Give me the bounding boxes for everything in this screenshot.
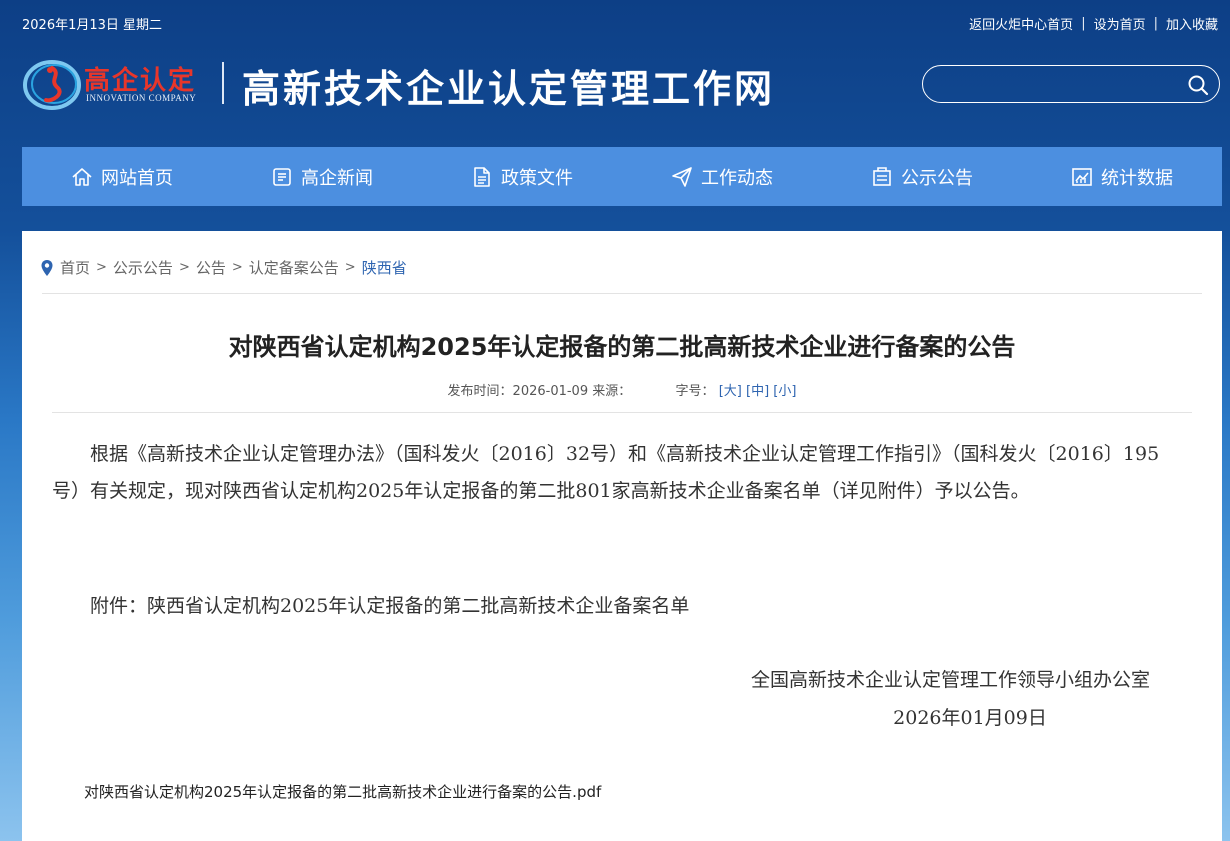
separator: | — [1081, 16, 1086, 31]
top-links: 返回火炬中心首页 | 设为首页 | 加入收藏 — [969, 14, 1218, 33]
font-size-label: 字号： — [675, 384, 715, 399]
divider — [42, 293, 1202, 294]
article-title: 对陕西省认定机构2025年认定报备的第二批高新技术企业进行备案的公告 — [228, 333, 1016, 361]
breadcrumb-separator: > — [96, 260, 107, 275]
breadcrumb-filing-notices[interactable]: 认定备案公告 — [249, 257, 339, 278]
main-nav: 网站首页 高企新闻 政策文件 工作动态 公示公告 统计数据 — [22, 147, 1222, 206]
nav-home[interactable]: 网站首页 — [22, 147, 222, 206]
location-pin-icon — [41, 259, 53, 276]
breadcrumb-notice[interactable]: 公告 — [196, 257, 226, 278]
header-divider — [222, 62, 224, 104]
font-size-large[interactable]: [大] — [719, 384, 742, 399]
divider — [52, 412, 1192, 413]
nav-label: 工作动态 — [701, 167, 773, 189]
nav-announcements[interactable]: 公示公告 — [822, 147, 1022, 206]
site-header: 高企认定 INNOVATION COMPANY 高新技术企业认定管理工作网 — [22, 54, 922, 114]
logo-emblem-icon[interactable] — [22, 56, 84, 112]
current-date: 2026年1月13日 星期二 — [22, 18, 163, 33]
breadcrumb-separator: > — [344, 260, 356, 275]
nav-label: 政策文件 — [501, 167, 573, 189]
breadcrumb-separator: > — [178, 260, 190, 275]
signature-block: 全国高新技术企业认定管理工作领导小组办公室 2026年01月09日 — [690, 661, 1150, 737]
article-meta: 发布时间：2026-01-09 来源： 字号： [大] [中] [小] — [22, 380, 1222, 399]
logo-subtext: INNOVATION COMPANY — [86, 93, 197, 103]
return-torch-home-link[interactable]: 返回火炬中心首页 — [969, 14, 1073, 33]
notice-icon — [873, 166, 891, 186]
breadcrumb: 首页 > 公示公告 > 公告 > 认定备案公告 > 陕西省 — [40, 257, 407, 278]
nav-label: 网站首页 — [101, 167, 173, 189]
nav-news[interactable]: 高企新闻 — [222, 147, 422, 206]
nav-label: 高企新闻 — [301, 167, 373, 189]
publish-label: 发布时间： — [447, 384, 513, 399]
paper-plane-icon — [672, 166, 692, 187]
breadcrumb-current[interactable]: 陕西省 — [362, 257, 407, 278]
separator: | — [1153, 16, 1158, 31]
nav-policy[interactable]: 政策文件 — [422, 147, 622, 206]
attachment-link[interactable]: 对陕西省认定机构2025年认定报备的第二批高新技术企业进行备案的公告.pdf — [84, 781, 601, 802]
search-box — [922, 65, 1220, 103]
article-panel: 首页 > 公示公告 > 公告 > 认定备案公告 > 陕西省 对陕西省认定机构20… — [22, 231, 1222, 841]
breadcrumb-home[interactable]: 首页 — [60, 257, 90, 278]
source-label: 来源： — [592, 384, 632, 399]
search-input[interactable] — [937, 73, 1181, 97]
article-attachment-note: 附件：陕西省认定机构2025年认定报备的第二批高新技术企业备案名单 — [90, 595, 690, 617]
logo-text: 高企认定 — [84, 66, 197, 96]
top-bar: 2026年1月13日 星期二 返回火炬中心首页 | 设为首页 | 加入收藏 — [0, 0, 1230, 44]
news-icon — [273, 167, 291, 186]
article-paragraph: 根据《高新技术企业认定管理办法》（国科发火〔2016〕32号）和《高新技术企业认… — [52, 443, 1160, 502]
search-icon[interactable] — [1187, 74, 1209, 96]
publish-date: 2026-01-09 — [512, 384, 589, 399]
nav-work-updates[interactable]: 工作动态 — [622, 147, 822, 206]
site-title: 高新技术企业认定管理工作网 — [242, 66, 776, 111]
signing-organization: 全国高新技术企业认定管理工作领导小组办公室 — [750, 669, 1150, 691]
document-icon — [474, 166, 490, 187]
font-size-medium[interactable]: [中] — [746, 384, 769, 399]
breadcrumb-separator: > — [231, 260, 243, 275]
font-size-small[interactable]: [小] — [773, 384, 796, 399]
home-icon — [72, 167, 92, 186]
chart-icon — [1072, 167, 1092, 186]
add-favorite-link[interactable]: 加入收藏 — [1166, 14, 1218, 33]
nav-label: 公示公告 — [901, 167, 973, 189]
set-homepage-link[interactable]: 设为首页 — [1094, 14, 1146, 33]
breadcrumb-announcements[interactable]: 公示公告 — [113, 257, 173, 278]
signing-date: 2026年01月09日 — [893, 707, 1047, 729]
nav-statistics[interactable]: 统计数据 — [1022, 147, 1222, 206]
nav-label: 统计数据 — [1101, 167, 1173, 189]
